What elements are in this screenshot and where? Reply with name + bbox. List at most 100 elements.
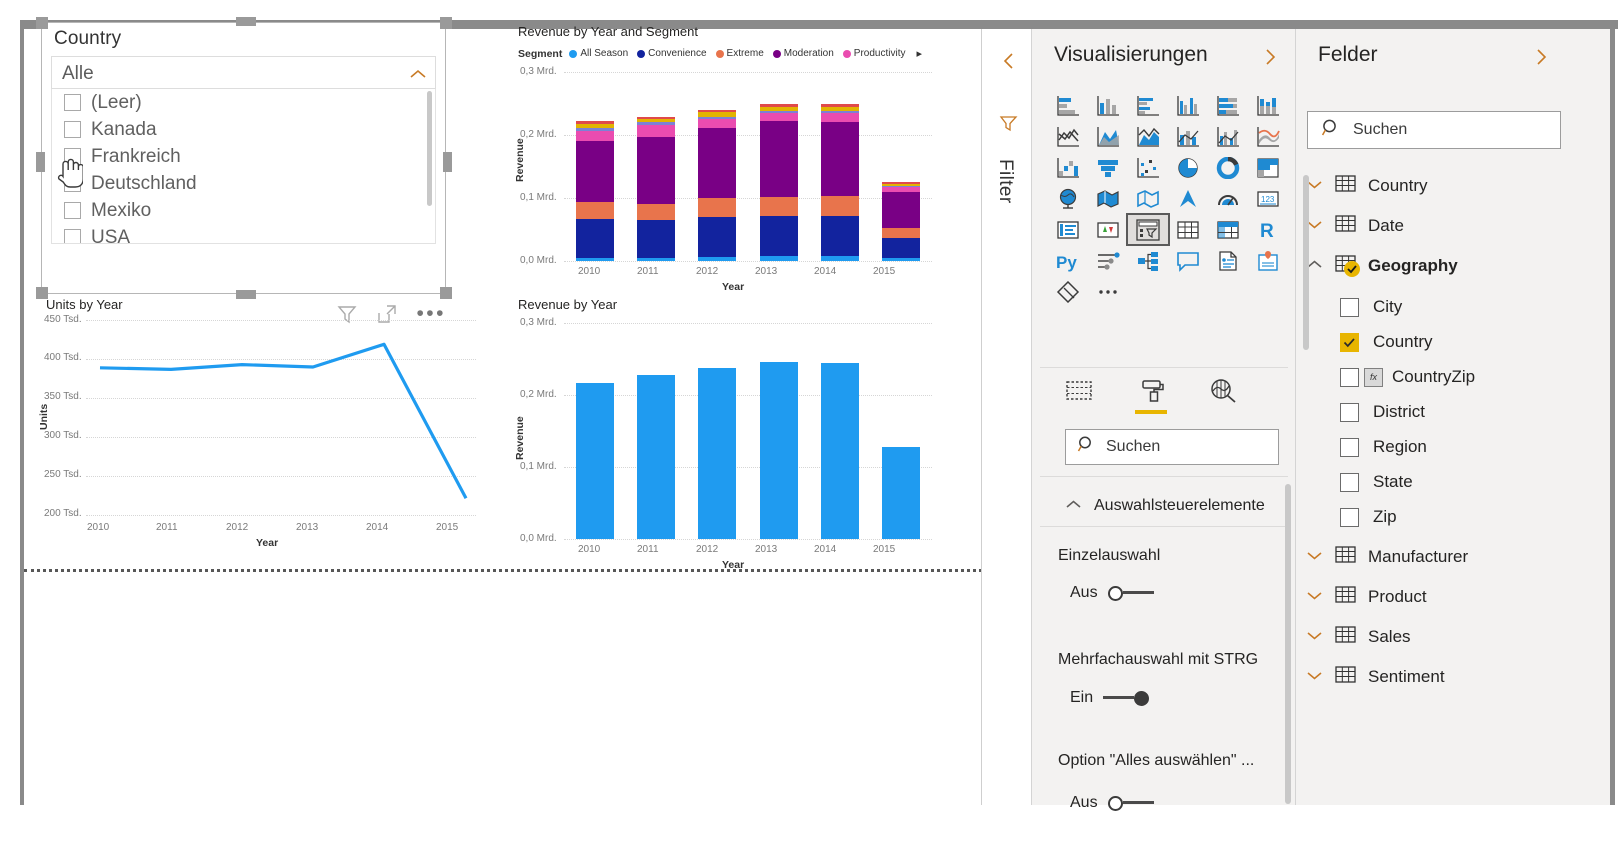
stacked-bar-segment[interactable] — [759, 121, 798, 198]
toggle-switch[interactable] — [1103, 689, 1150, 707]
card-icon[interactable]: 123 — [1248, 184, 1288, 213]
r-script-visual-icon[interactable]: R — [1248, 215, 1288, 244]
units-by-year-line-chart[interactable]: Units by Year ••• 450 Tsd. 400 Tsd. 350 … — [28, 295, 478, 553]
stacked-bar-segment[interactable] — [698, 216, 737, 257]
format-search-input[interactable]: Suchen — [1065, 429, 1279, 465]
stacked-bar-segment[interactable] — [575, 123, 614, 129]
toggle-switch[interactable] — [1107, 794, 1154, 812]
stacked-bar-segment[interactable] — [698, 128, 737, 199]
stacked-bar-column[interactable] — [636, 116, 675, 261]
field-item-district[interactable]: District — [1340, 395, 1590, 429]
stacked-bar-segment[interactable] — [820, 104, 859, 107]
stacked-bar-segment[interactable] — [698, 109, 737, 113]
field-table-sentiment[interactable]: Sentiment — [1306, 660, 1596, 694]
stacked-bar-segment[interactable] — [759, 106, 798, 112]
filter-icon[interactable] — [999, 114, 1018, 133]
matrix-icon[interactable] — [1208, 215, 1248, 244]
shape-map-icon[interactable] — [1128, 184, 1168, 213]
stacked-bar-segment[interactable] — [698, 118, 737, 129]
stacked-bar-segment[interactable] — [636, 119, 675, 123]
stacked-bar-segment[interactable] — [759, 112, 798, 122]
field-item-city[interactable]: City — [1340, 290, 1590, 324]
bar-column[interactable] — [636, 374, 675, 539]
resize-handle-middle-left[interactable] — [36, 152, 45, 172]
chevron-right-icon[interactable]: ▸ — [916, 47, 922, 60]
resize-handle-top-left[interactable] — [36, 17, 48, 29]
stacked-bar-segment[interactable] — [698, 116, 737, 119]
resize-handle-top-center[interactable] — [236, 17, 256, 26]
fields-tab[interactable] — [1062, 374, 1096, 408]
field-item-region[interactable]: Region — [1340, 430, 1590, 464]
chevron-right-icon[interactable] — [1532, 47, 1550, 67]
stacked-bar-segment[interactable] — [575, 141, 614, 203]
smart-narrative-icon[interactable] — [1208, 246, 1248, 275]
stacked-bar-segment[interactable] — [820, 106, 859, 112]
stacked-bar-segment[interactable] — [636, 257, 675, 261]
slicer-icon[interactable] — [1126, 213, 1170, 246]
stacked-bar-segment[interactable] — [575, 202, 614, 220]
format-pane-tabs[interactable] — [1062, 374, 1262, 414]
stacked-bar-column[interactable] — [698, 109, 737, 261]
field-checkbox[interactable] — [1340, 472, 1359, 492]
gauge-icon[interactable] — [1208, 184, 1248, 213]
line-clustered-column-chart-icon[interactable] — [1208, 122, 1248, 151]
field-table-product[interactable]: Product — [1306, 580, 1596, 614]
chevron-right-icon[interactable] — [1261, 47, 1279, 67]
bar-column[interactable] — [820, 362, 859, 539]
slicer-item[interactable]: Mexiko — [52, 197, 435, 224]
field-item-zip[interactable]: Zip — [1340, 500, 1590, 534]
field-checkbox[interactable] — [1340, 367, 1359, 387]
field-table-manufacturer[interactable]: Manufacturer — [1306, 540, 1596, 574]
stacked-bar-column[interactable] — [759, 104, 798, 261]
stacked-bar-segment[interactable] — [575, 219, 614, 258]
slicer-item-checkbox[interactable] — [64, 94, 81, 111]
fields-pane[interactable]: Felder Suchen Country Date Geography Cit… — [1296, 29, 1614, 805]
stacked-bar-column[interactable] — [575, 121, 614, 261]
field-item-state[interactable]: State — [1340, 465, 1590, 499]
area-chart-icon[interactable] — [1088, 122, 1128, 151]
100-stacked-bar-chart-icon[interactable] — [1208, 91, 1248, 120]
stacked-bar-segment[interactable] — [882, 237, 921, 259]
stacked-chart-legend[interactable]: Segment All Season Convenience Extreme M… — [518, 47, 922, 61]
slicer-item-checkbox[interactable] — [64, 121, 81, 138]
visual-type-gallery[interactable]: 123 R Py — [1048, 91, 1286, 306]
treemap-icon[interactable] — [1248, 153, 1288, 182]
legend-item[interactable]: All Season — [569, 48, 628, 59]
slicer-item[interactable]: (Leer) — [52, 89, 435, 116]
bar-column[interactable] — [759, 361, 798, 539]
stacked-bar-segment[interactable] — [882, 258, 921, 261]
stacked-bar-segment[interactable] — [575, 130, 614, 142]
clustered-bar-chart-icon[interactable] — [1128, 91, 1168, 120]
stacked-bar-segment[interactable] — [636, 122, 675, 125]
selection-controls-section-header[interactable]: Auswahlsteuerelemente — [1065, 490, 1279, 522]
field-checkbox[interactable] — [1340, 332, 1359, 352]
field-table-geography[interactable]: Geography — [1306, 249, 1596, 283]
slicer-item[interactable]: USA — [52, 224, 435, 243]
format-tab[interactable] — [1134, 374, 1168, 414]
stacked-bar-segment[interactable] — [820, 112, 859, 123]
stacked-bar-segment[interactable] — [820, 122, 859, 197]
field-checkbox[interactable] — [1340, 402, 1359, 422]
stacked-column-chart-icon[interactable] — [1088, 91, 1128, 120]
100-stacked-column-chart-icon[interactable] — [1248, 91, 1288, 120]
stacked-bar-segment[interactable] — [882, 191, 921, 228]
stacked-bar-segment[interactable] — [882, 187, 921, 192]
power-apps-icon[interactable] — [1048, 277, 1088, 306]
stacked-bar-segment[interactable] — [882, 183, 921, 187]
stacked-bar-segment[interactable] — [636, 136, 675, 204]
toggle-switch[interactable] — [1107, 584, 1154, 602]
table-icon[interactable] — [1168, 215, 1208, 244]
revenue-by-year-and-segment-chart[interactable]: Revenue by Year and Segment Segment All … — [512, 22, 932, 293]
chevron-up-icon[interactable] — [1065, 497, 1082, 515]
bar-column[interactable] — [882, 446, 921, 539]
stacked-bar-segment[interactable] — [820, 111, 859, 113]
kpi-icon[interactable] — [1088, 215, 1128, 244]
slicer-item[interactable]: Frankreich — [52, 143, 435, 170]
revenue-by-year-bar-chart[interactable]: Revenue by Year 0,3 Mrd. 0,2 Mrd. 0,1 Mr… — [512, 295, 932, 571]
field-checkbox[interactable] — [1340, 437, 1359, 457]
chevron-down-icon[interactable] — [1306, 588, 1323, 606]
stacked-bar-segment[interactable] — [820, 215, 859, 256]
stacked-bar-segment[interactable] — [575, 257, 614, 261]
stacked-bar-segment[interactable] — [636, 116, 675, 120]
stacked-bar-segment[interactable] — [759, 255, 798, 261]
